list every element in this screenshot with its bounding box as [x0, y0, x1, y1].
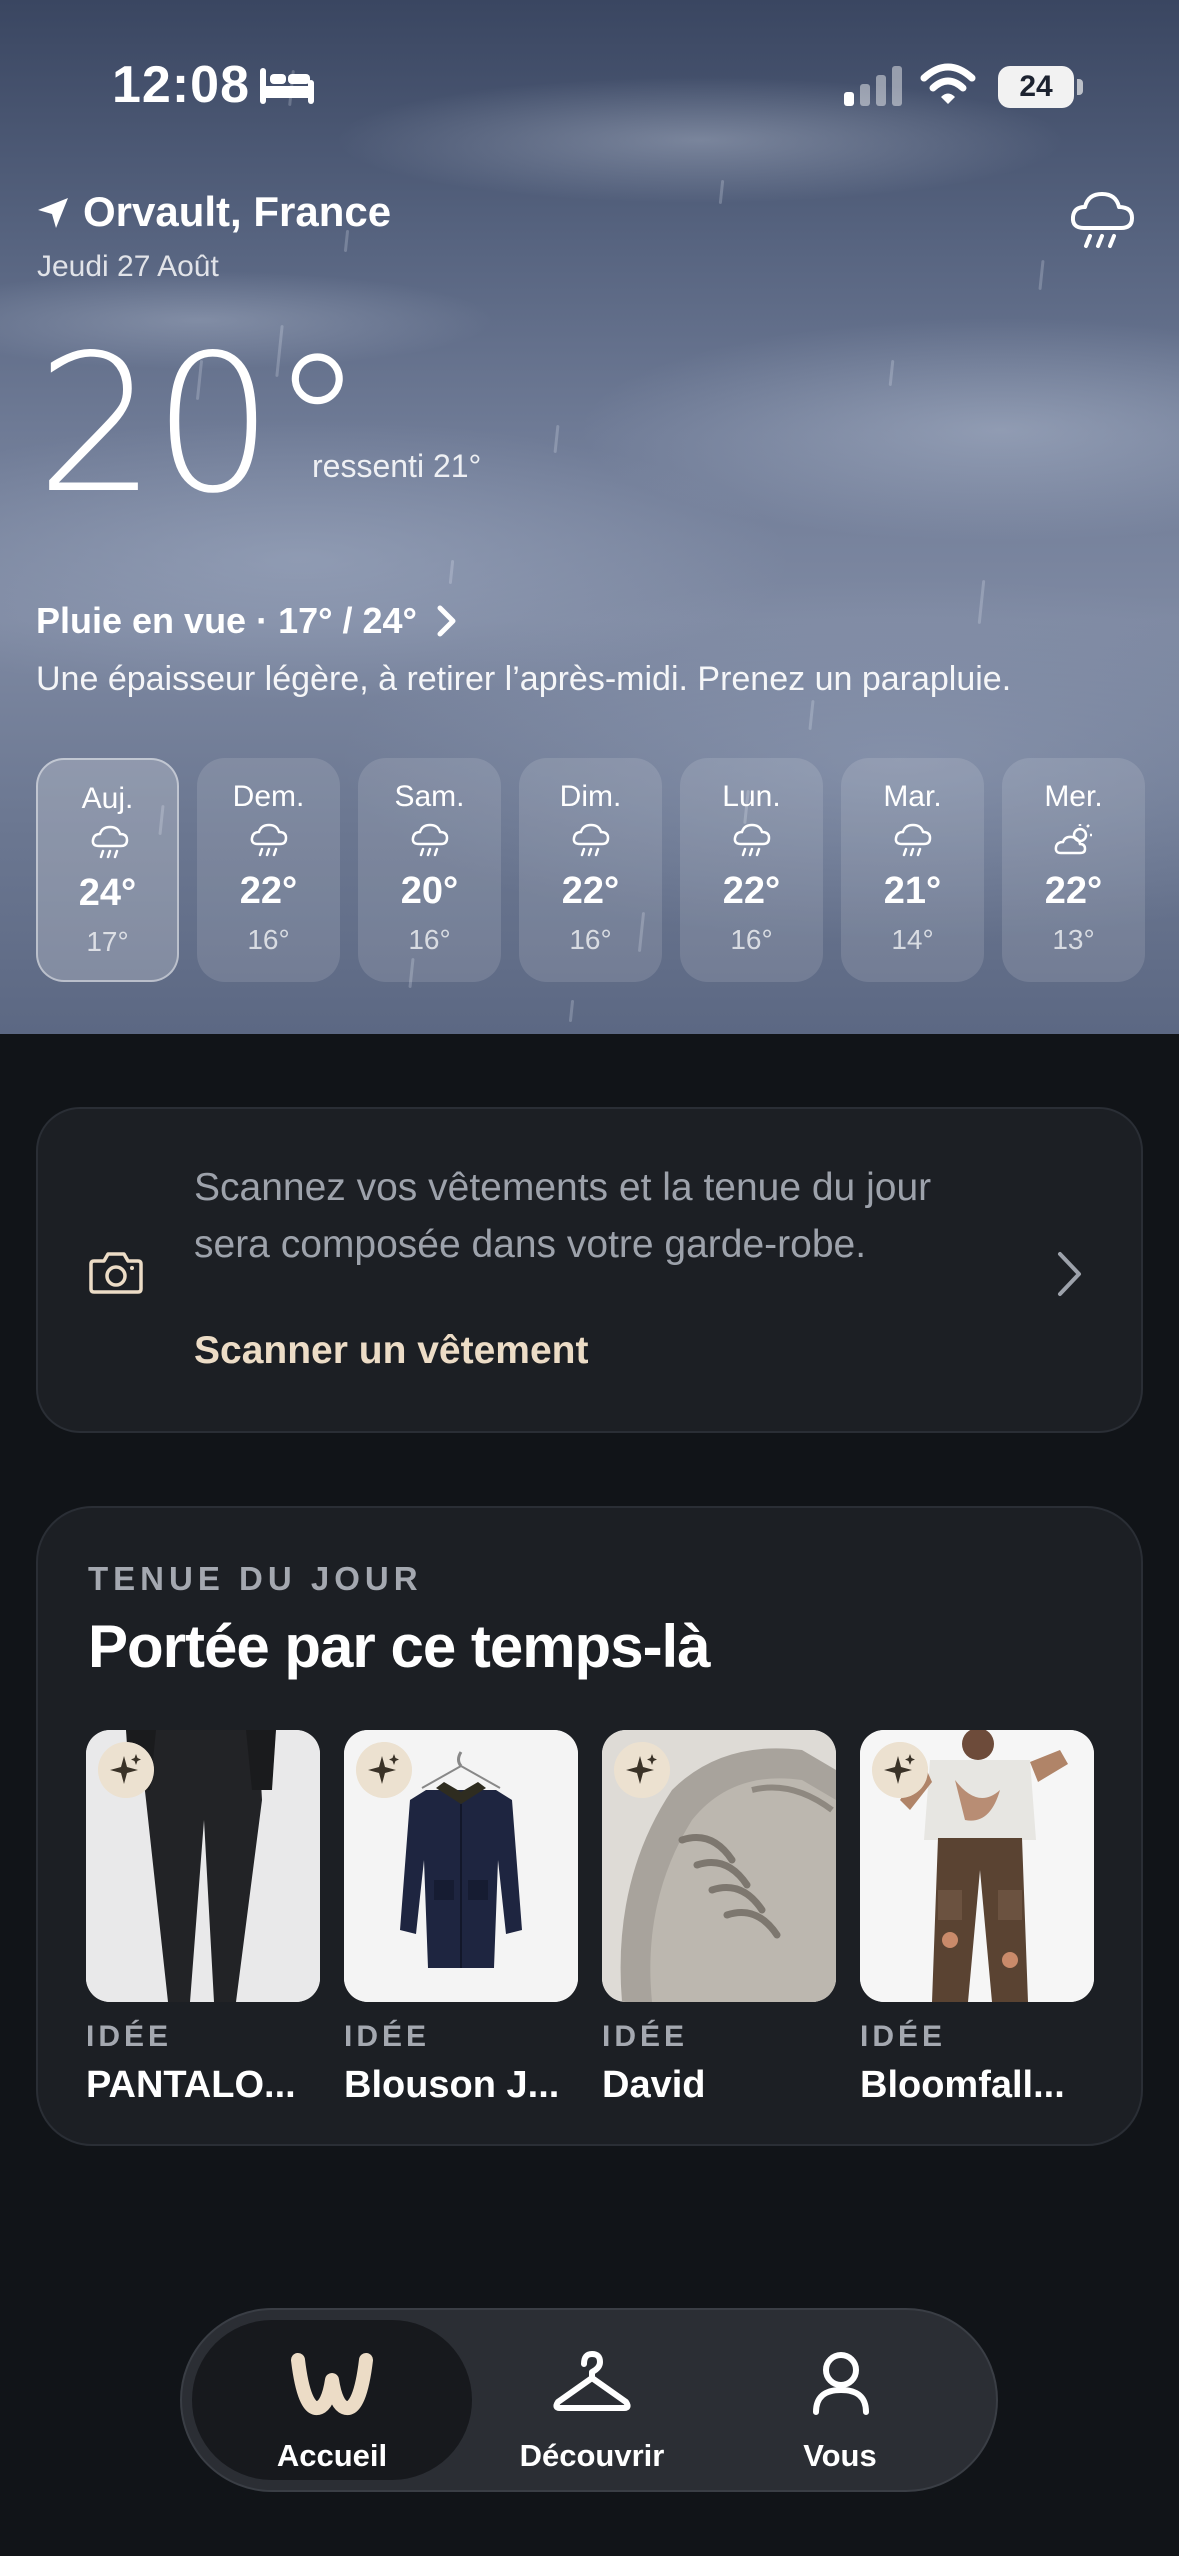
location-name[interactable]: Orvault, France: [83, 188, 391, 236]
tab-accueil[interactable]: Accueil: [192, 2320, 472, 2480]
outfit-of-the-day-card: TENUE DU JOUR Portée par ce temps-là IDÉ…: [36, 1506, 1143, 2146]
camera-icon: [89, 1252, 143, 1294]
location-arrow-icon: [38, 198, 68, 228]
day-label: Dim.: [559, 780, 622, 813]
cloud-rain-icon: [733, 823, 771, 857]
cloud-rain-icon: [572, 823, 610, 857]
status-bar: 12:08 24: [0, 0, 1179, 150]
chevron-right-icon: [1058, 1252, 1081, 1296]
day-label: Sam.: [394, 780, 465, 813]
day-min-temp: 16°: [247, 924, 290, 955]
current-date: Jeudi 27 Août: [37, 250, 219, 283]
cloud-rain-icon: [411, 823, 449, 857]
day-forecast-card[interactable]: Mer. 22° 13°: [1002, 758, 1145, 982]
day-max-temp: 21°: [883, 870, 942, 912]
daily-forecast-strip: Auj. 24° 17° Dem. 22° 16° Sam. 20° 16° Dim. 22° 16°…: [36, 758, 1179, 982]
item-tag: IDÉE: [86, 2020, 173, 2053]
day-max-temp: 22°: [239, 870, 298, 912]
rain-streak: [888, 359, 895, 387]
item-name: Bloomfall...: [860, 2064, 1065, 2106]
day-min-temp: 14°: [891, 924, 934, 955]
chevron-right-icon: [437, 605, 456, 637]
day-forecast-card[interactable]: Mar. 21° 14°: [841, 758, 984, 982]
wifi-icon: [920, 63, 976, 104]
item-tag: IDÉE: [344, 2020, 431, 2053]
bed-icon: [260, 68, 314, 104]
forecast-title: Pluie en vue · 17° / 24°: [36, 600, 417, 641]
day-label: Dem.: [232, 780, 305, 813]
item-image: [344, 1730, 578, 2002]
day-forecast-card[interactable]: Auj. 24° 17°: [36, 758, 179, 982]
day-label: Mar.: [883, 780, 942, 813]
battery-icon: 24: [998, 66, 1074, 108]
sparkle-icon: [614, 1742, 670, 1798]
rain-streak: [808, 699, 815, 731]
sparkle-icon: [872, 1742, 928, 1798]
item-tag: IDÉE: [602, 2020, 689, 2053]
day-min-temp: 17°: [86, 926, 129, 957]
w-logo-icon: [291, 2353, 373, 2415]
current-temperature: 20°: [36, 314, 365, 535]
day-forecast-card[interactable]: Lun. 22° 16°: [680, 758, 823, 982]
rain-streak: [553, 424, 560, 454]
forecast-description: Une épaisseur légère, à retirer l’après-…: [36, 660, 1012, 698]
weather-hero: 12:08 24 Orvault, France Jeudi 27 Août 2…: [0, 0, 1179, 1034]
outfit-eyebrow: TENUE DU JOUR: [88, 1560, 423, 1597]
day-label: Auj.: [81, 782, 134, 815]
scan-clothing-button[interactable]: Scanner un vêtement: [194, 1329, 588, 1373]
feels-like: ressenti 21°: [312, 448, 482, 484]
sparkle-icon: [356, 1742, 412, 1798]
tab-label: Découvrir: [519, 2438, 665, 2473]
status-time: 12:08: [112, 56, 250, 114]
item-name: PANTALO...: [86, 2064, 296, 2106]
item-image: [86, 1730, 320, 2002]
battery-level: 24: [1019, 70, 1053, 103]
person-icon: [813, 2352, 869, 2415]
day-min-temp: 16°: [408, 924, 451, 955]
signal-icon: [844, 66, 902, 106]
day-label: Lun.: [722, 780, 781, 813]
cloud-rain-icon: [894, 823, 932, 857]
tab-vous[interactable]: Vous: [730, 2320, 950, 2480]
hanger-icon: [553, 2351, 631, 2411]
rain-streak: [448, 559, 455, 585]
rain-streak: [718, 179, 725, 205]
cloud-rain-icon[interactable]: [1068, 186, 1138, 256]
day-max-temp: 22°: [722, 870, 781, 912]
bottom-tab-bar: Accueil Découvrir Vous: [180, 2308, 998, 2492]
cloud-rain-icon: [91, 825, 129, 859]
day-max-temp: 22°: [561, 870, 620, 912]
day-max-temp: 24°: [78, 872, 137, 914]
tab-label: Vous: [803, 2438, 877, 2473]
scan-clothes-card[interactable]: Scannez vos vêtements et la tenue du jou…: [36, 1107, 1143, 1433]
tab-decouvrir[interactable]: Découvrir: [482, 2320, 702, 2480]
day-max-temp: 22°: [1044, 870, 1103, 912]
item-image: [602, 1730, 836, 2002]
item-name: David: [602, 2064, 706, 2106]
rain-streak: [1038, 259, 1045, 291]
day-min-temp: 13°: [1052, 924, 1095, 955]
day-label: Mer.: [1044, 780, 1103, 813]
outfit-title: Portée par ce temps-là: [88, 1613, 711, 1680]
scan-description: Scannez vos vêtements et la tenue du jou…: [194, 1166, 932, 1266]
day-min-temp: 16°: [569, 924, 612, 955]
forecast-summary-link[interactable]: Pluie en vue · 17° / 24°: [36, 600, 459, 642]
rain-streak: [977, 579, 986, 625]
partly-sunny-icon: [1054, 824, 1092, 855]
day-max-temp: 20°: [400, 870, 459, 912]
cloud-rain-icon: [250, 823, 288, 857]
day-forecast-card[interactable]: Dem. 22° 16°: [197, 758, 340, 982]
day-min-temp: 16°: [730, 924, 773, 955]
item-tag: IDÉE: [860, 2020, 947, 2053]
rain-streak: [568, 999, 575, 1023]
battery-cap: [1077, 79, 1083, 95]
sparkle-icon: [98, 1742, 154, 1798]
item-image: [860, 1730, 1094, 2002]
item-name: Blouson J...: [344, 2064, 560, 2106]
day-forecast-card[interactable]: Dim. 22° 16°: [519, 758, 662, 982]
day-forecast-card[interactable]: Sam. 20° 16°: [358, 758, 501, 982]
tab-label: Accueil: [276, 2438, 388, 2473]
